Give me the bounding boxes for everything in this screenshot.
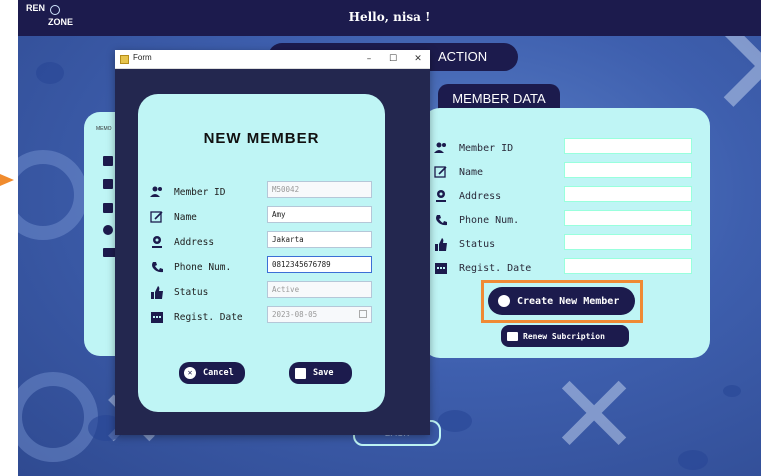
- close-button[interactable]: ✕: [404, 51, 432, 68]
- nm-row-phone: Phone Num.: [150, 258, 231, 276]
- thumbs-up-icon: [434, 237, 448, 251]
- md-label: Status: [459, 238, 496, 250]
- top-bar: REN ZONE Hello, nisa !: [18, 0, 761, 36]
- calendar-icon: [150, 310, 164, 324]
- greeting-text: Hello, nisa !: [348, 10, 431, 24]
- phone-input[interactable]: 0812345676789: [267, 256, 372, 273]
- nm-label: Status: [174, 286, 209, 298]
- create-new-member-label: Create New Member: [517, 295, 620, 307]
- cancel-icon: ✕: [184, 367, 196, 379]
- md-row-phone: Phone Num.: [434, 211, 519, 229]
- new-member-card: NEW MEMBER Member ID M50042 Name Amy Add…: [138, 94, 385, 412]
- window-titlebar: Form – ☐ ✕: [115, 50, 430, 69]
- document-icon: [103, 203, 113, 213]
- nm-row-name: Name: [150, 208, 197, 226]
- nm-row-status: Status: [150, 283, 208, 301]
- regist-date-input[interactable]: 2023-08-05: [267, 306, 372, 323]
- app-window: ✕ ✕ ✕ REN ZONE Hello, nisa ! ACTION MEMO…: [18, 0, 761, 476]
- cancel-label: Cancel: [203, 368, 234, 378]
- md-label: Regist. Date: [459, 262, 532, 274]
- clock-icon: [103, 225, 113, 235]
- md-address-field[interactable]: [564, 186, 692, 202]
- thumbs-up-icon: [150, 285, 164, 299]
- decor-dot: [438, 410, 472, 432]
- cancel-button[interactable]: ✕ Cancel: [179, 362, 245, 384]
- location-icon: [434, 189, 448, 203]
- md-label: Phone Num.: [459, 214, 520, 226]
- calendar-icon: [103, 179, 113, 189]
- decor-ring: [18, 150, 88, 240]
- nm-label: Phone Num.: [174, 261, 232, 273]
- decor-ring: [18, 372, 98, 462]
- phone-icon: [150, 260, 164, 274]
- md-regist-date-field[interactable]: [564, 258, 692, 274]
- date-picker-icon[interactable]: [359, 310, 367, 318]
- md-phone-field[interactable]: [564, 210, 692, 226]
- save-button[interactable]: Save: [289, 362, 352, 384]
- edit-icon: [434, 165, 448, 179]
- decor-dot: [36, 62, 64, 84]
- md-row-regist-date: Regist. Date: [434, 259, 531, 277]
- nm-row-member-id: Member ID: [150, 183, 225, 201]
- memo-label: MEMO: [96, 126, 112, 132]
- user-icon: [150, 185, 164, 199]
- calendar-icon: [434, 261, 448, 275]
- nm-row-address: Address: [150, 233, 214, 251]
- decor-dot: [678, 450, 708, 470]
- nm-label: Name: [174, 211, 197, 223]
- save-icon: [295, 367, 306, 379]
- md-row-member-id: Member ID: [434, 139, 513, 157]
- regist-date-value: 2023-08-05: [272, 310, 318, 319]
- member-id-input[interactable]: M50042: [267, 181, 372, 198]
- decor-dot: [723, 385, 741, 397]
- new-member-heading: NEW MEMBER: [203, 130, 320, 147]
- create-new-member-button[interactable]: Create New Member: [488, 287, 635, 315]
- nm-row-regist-date: Regist. Date: [150, 308, 243, 326]
- md-label: Member ID: [459, 142, 514, 154]
- nm-label: Member ID: [174, 186, 226, 198]
- window-title: Form: [133, 53, 152, 62]
- md-row-address: Address: [434, 187, 501, 205]
- renew-subscription-label: Renew Subcription: [523, 331, 605, 341]
- md-name-field[interactable]: [564, 162, 692, 178]
- form-window: Form – ☐ ✕ NEW MEMBER Member ID M50042 N…: [115, 50, 430, 435]
- md-row-name: Name: [434, 163, 483, 181]
- md-label: Name: [459, 166, 484, 178]
- calendar-icon: [103, 156, 113, 166]
- decor-x: ✕: [548, 351, 641, 476]
- md-status-field[interactable]: [564, 234, 692, 250]
- md-member-id-field[interactable]: [564, 138, 692, 154]
- nm-label: Address: [174, 236, 215, 248]
- maximize-button[interactable]: ☐: [379, 51, 407, 68]
- more-icon: [498, 295, 510, 307]
- renew-subscription-button[interactable]: Renew Subcription: [501, 325, 629, 347]
- edit-icon: [150, 210, 164, 224]
- md-row-status: Status: [434, 235, 495, 253]
- save-label: Save: [313, 368, 334, 378]
- location-icon: [150, 235, 164, 249]
- md-label: Address: [459, 190, 502, 202]
- phone-icon: [434, 213, 448, 227]
- card-icon: [507, 331, 518, 341]
- name-input[interactable]: Amy: [267, 206, 372, 223]
- user-icon: [434, 141, 448, 155]
- address-input[interactable]: Jakarta: [267, 231, 372, 248]
- nm-label: Regist. Date: [174, 311, 243, 323]
- app-icon: [120, 55, 129, 64]
- pointer-arrow: [0, 174, 14, 186]
- status-input[interactable]: Active: [267, 281, 372, 298]
